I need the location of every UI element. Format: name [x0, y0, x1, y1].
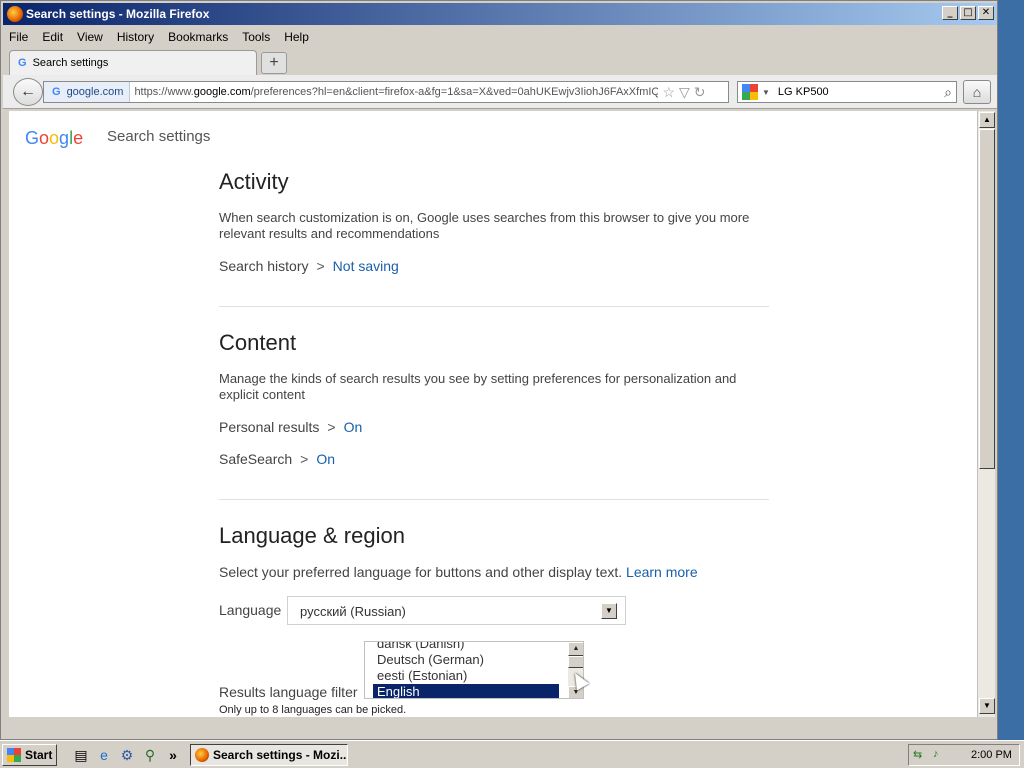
- menu-bar: File Edit View History Bookmarks Tools H…: [3, 27, 997, 47]
- taskbar: Start ▤ e ⚙ ⚲ » Search settings - Mozi..…: [0, 740, 1024, 768]
- chevron-right-icon: >: [300, 451, 309, 467]
- close-button[interactable]: ✕: [978, 6, 994, 20]
- window-title: Search settings - Mozilla Firefox: [26, 7, 210, 21]
- divider: [219, 499, 769, 500]
- chevron-down-icon[interactable]: ▼: [601, 603, 617, 619]
- quick-launch-more-icon[interactable]: »: [164, 746, 182, 764]
- safesearch-link[interactable]: On: [316, 451, 335, 467]
- search-icon[interactable]: ⚲: [141, 746, 159, 764]
- site-favicon-icon: G: [52, 86, 61, 98]
- list-item[interactable]: eesti (Estonian): [373, 668, 559, 684]
- menu-help[interactable]: Help: [278, 30, 315, 44]
- learn-more-link[interactable]: Learn more: [626, 564, 698, 580]
- menu-edit[interactable]: Edit: [36, 30, 69, 44]
- language-description: Select your preferred language for butto…: [219, 564, 623, 580]
- safesearch-label: SafeSearch: [219, 451, 293, 467]
- personal-results-label: Personal results: [219, 419, 320, 435]
- url-text[interactable]: https://www.google.com/preferences?hl=en…: [130, 86, 658, 98]
- menu-history[interactable]: History: [111, 30, 160, 44]
- taskbar-item-label: Search settings - Mozi...: [213, 748, 348, 762]
- page-scrollbar[interactable]: ▲ ▼: [977, 111, 995, 717]
- url-bar[interactable]: G google.com https://www.google.com/pref…: [43, 81, 729, 103]
- page-content: Google Search settings Activity When sea…: [9, 111, 977, 717]
- firefox-icon: [7, 6, 23, 22]
- tray-volume-icon[interactable]: ♪: [933, 748, 949, 762]
- activity-description: When search customization is on, Google …: [219, 210, 750, 241]
- menu-file[interactable]: File: [3, 30, 34, 44]
- navigation-toolbar: G google.com https://www.google.com/pref…: [3, 75, 997, 109]
- home-button[interactable]: ⌂: [963, 80, 991, 104]
- url-rest: /preferences?hl=en&client=firefox-a&fg=1…: [250, 86, 659, 98]
- firefox-icon: [195, 748, 209, 762]
- new-tab-button[interactable]: +: [261, 52, 287, 74]
- results-language-listbox[interactable]: dansk (Danish) Deutsch (German) eesti (E…: [364, 641, 584, 699]
- back-button[interactable]: ←: [13, 78, 43, 106]
- show-desktop-icon[interactable]: ▤: [72, 746, 90, 764]
- status-bar: [3, 717, 997, 739]
- menu-view[interactable]: View: [71, 30, 109, 44]
- language-limit-note: Only up to 8 languages can be picked.: [219, 704, 407, 716]
- list-item-selected[interactable]: English: [373, 684, 559, 698]
- site-identity-label: google.com: [66, 86, 124, 98]
- chevron-right-icon: >: [316, 258, 325, 274]
- scroll-up-icon[interactable]: ▲: [979, 112, 995, 128]
- personal-results-link[interactable]: On: [344, 419, 363, 435]
- language-heading: Language & region: [219, 523, 405, 548]
- scroll-down-icon[interactable]: ▼: [979, 698, 995, 714]
- windows-logo-icon: [7, 748, 21, 762]
- language-description-row: Select your preferred language for butto…: [219, 564, 698, 580]
- content-heading: Content: [219, 330, 297, 355]
- menu-bookmarks[interactable]: Bookmarks: [162, 30, 234, 44]
- chevron-right-icon: >: [327, 419, 336, 435]
- start-button[interactable]: Start: [2, 744, 57, 766]
- url-domain: google.com: [193, 86, 251, 98]
- site-identity[interactable]: G google.com: [44, 82, 131, 102]
- tab-strip: G Search settings +: [3, 47, 997, 75]
- safesearch-row: SafeSearch > On: [219, 451, 335, 467]
- tray-network-icon[interactable]: ⇆: [913, 748, 929, 762]
- start-label: Start: [25, 748, 53, 762]
- language-select[interactable]: русский (Russian) ▼: [287, 596, 626, 625]
- content-description: Manage the kinds of search results you s…: [219, 371, 737, 402]
- search-history-link[interactable]: Not saving: [333, 258, 399, 274]
- tab-label: Search settings: [32, 57, 109, 69]
- page-title: Search settings: [107, 128, 211, 145]
- language-select-value: русский (Russian): [300, 604, 406, 619]
- google-logo[interactable]: Google: [25, 128, 83, 149]
- system-tray: ⇆ ♪ 2:00 PM: [908, 744, 1020, 766]
- search-icon[interactable]: ⌕: [944, 84, 952, 101]
- menu-tools[interactable]: Tools: [236, 30, 276, 44]
- search-history-label: Search history: [219, 258, 309, 274]
- list-item[interactable]: dansk (Danish): [373, 642, 559, 652]
- search-history-row: Search history > Not saving: [219, 258, 399, 274]
- internet-explorer-icon[interactable]: e: [95, 746, 113, 764]
- language-label: Language: [219, 602, 282, 618]
- browser-window: Search settings - Mozilla Firefox _ □ ✕ …: [0, 0, 998, 740]
- window-controls: _ □ ✕: [942, 6, 994, 20]
- tab-search-settings[interactable]: G Search settings: [9, 50, 257, 75]
- minimize-button[interactable]: _: [942, 6, 958, 20]
- search-engine-dropdown-icon[interactable]: ▼: [762, 88, 770, 97]
- reload-icon[interactable]: ↻: [694, 84, 706, 101]
- scroll-up-icon[interactable]: ▲: [568, 642, 583, 656]
- title-bar[interactable]: Search settings - Mozilla Firefox _ □ ✕: [3, 3, 997, 25]
- maximize-button[interactable]: □: [960, 6, 976, 20]
- results-filter-label: Results language filter: [219, 684, 358, 700]
- scroll-thumb[interactable]: [568, 656, 583, 668]
- personal-results-row: Personal results > On: [219, 419, 362, 435]
- url-prefix: https://www.: [134, 86, 194, 98]
- search-input[interactable]: LG KP500: [778, 86, 829, 98]
- network-icon[interactable]: ⚙: [118, 746, 136, 764]
- scroll-thumb[interactable]: [979, 129, 995, 469]
- list-item[interactable]: Deutsch (German): [373, 652, 559, 668]
- clock: 2:00 PM: [971, 749, 1012, 761]
- url-dropdown-icon[interactable]: ▽: [679, 84, 690, 101]
- activity-heading: Activity: [219, 169, 289, 194]
- taskbar-item-firefox[interactable]: Search settings - Mozi...: [190, 744, 348, 766]
- search-bar[interactable]: ▼ LG KP500 ⌕: [737, 81, 957, 103]
- bookmark-star-icon[interactable]: ☆: [662, 84, 675, 101]
- divider: [219, 306, 769, 307]
- google-favicon-icon: G: [18, 57, 27, 69]
- search-engine-icon[interactable]: [742, 84, 758, 100]
